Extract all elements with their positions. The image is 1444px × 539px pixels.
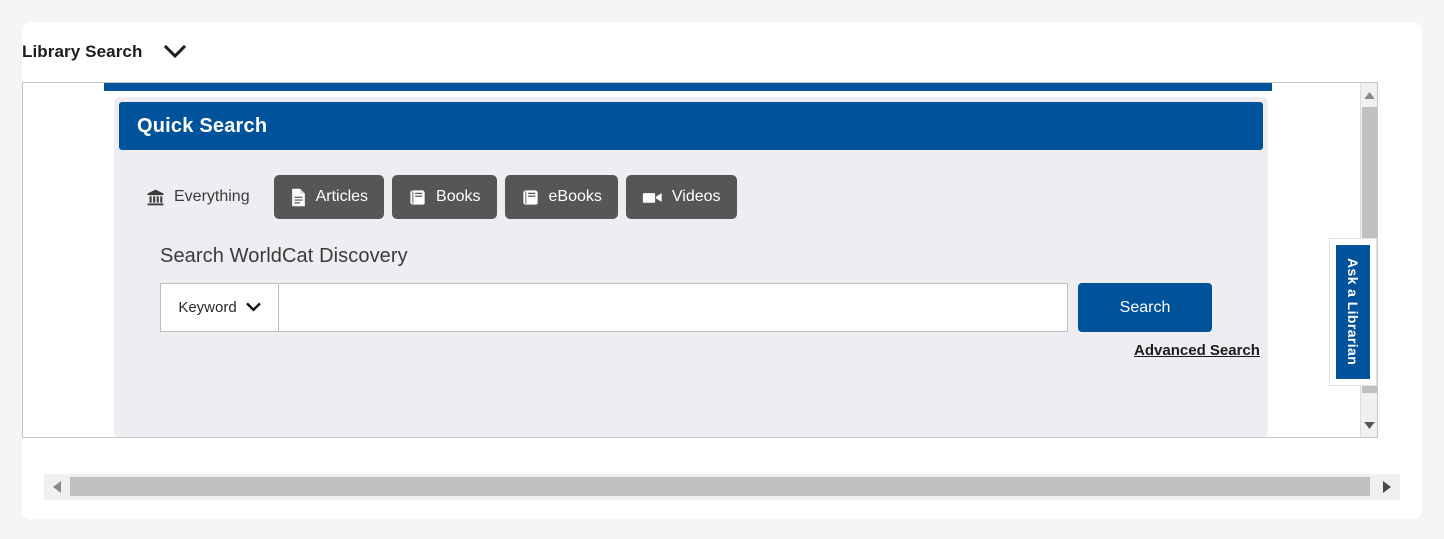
tab-videos[interactable]: Videos [625, 175, 737, 219]
triangle-right-icon[interactable] [1374, 474, 1400, 500]
search-index-dropdown[interactable]: Keyword [160, 283, 278, 332]
ask-a-librarian-label: Ask a Librarian [1345, 258, 1361, 366]
quick-search-banner: Quick Search [119, 102, 1263, 150]
content-top-accent-bar [104, 83, 1272, 91]
tab-everything-label: Everything [174, 188, 250, 205]
bank-icon [146, 188, 165, 207]
tab-articles-label: Articles [315, 188, 369, 205]
tab-everything[interactable]: Everything [136, 175, 266, 219]
search-button[interactable]: Search [1078, 283, 1212, 332]
tab-books-label: Books [436, 188, 481, 205]
tab-ebooks-label: eBooks [548, 188, 602, 205]
quick-search-panel: Quick Search Everything Articles Books e… [114, 97, 1268, 437]
widget-header: Library Search [22, 22, 187, 82]
search-index-value: Keyword [178, 299, 237, 316]
embedded-search-frame: Quick Search Everything Articles Books e… [22, 82, 1378, 438]
triangle-up-icon[interactable] [1361, 83, 1377, 107]
book-icon [521, 188, 540, 207]
triangle-down-icon[interactable] [1361, 413, 1377, 437]
document-icon [290, 188, 307, 207]
page-title: Library Search [22, 42, 143, 61]
ask-a-librarian-container: Ask a Librarian [1329, 238, 1377, 386]
book-icon [408, 188, 427, 207]
quick-search-banner-title: Quick Search [137, 114, 268, 137]
horizontal-scrollbar[interactable] [44, 474, 1400, 500]
tab-articles[interactable]: Articles [273, 175, 385, 219]
search-input[interactable] [278, 283, 1068, 332]
search-form-row: Keyword Search [160, 283, 1212, 332]
search-form-heading: Search WorldCat Discovery [160, 245, 408, 267]
advanced-search-link[interactable]: Advanced Search [1130, 342, 1264, 359]
ask-a-librarian-button[interactable]: Ask a Librarian [1336, 245, 1370, 379]
tab-videos-label: Videos [671, 188, 721, 205]
tab-books[interactable]: Books [392, 175, 497, 219]
chevron-down-icon[interactable] [164, 45, 187, 59]
horizontal-scrollbar-thumb[interactable] [70, 477, 1370, 496]
chevron-down-icon [245, 299, 261, 316]
triangle-left-icon[interactable] [44, 474, 70, 500]
video-camera-icon [642, 190, 663, 205]
tab-ebooks[interactable]: eBooks [504, 175, 618, 219]
format-tab-list: Everything Articles Books eBooks Videos [136, 175, 737, 219]
